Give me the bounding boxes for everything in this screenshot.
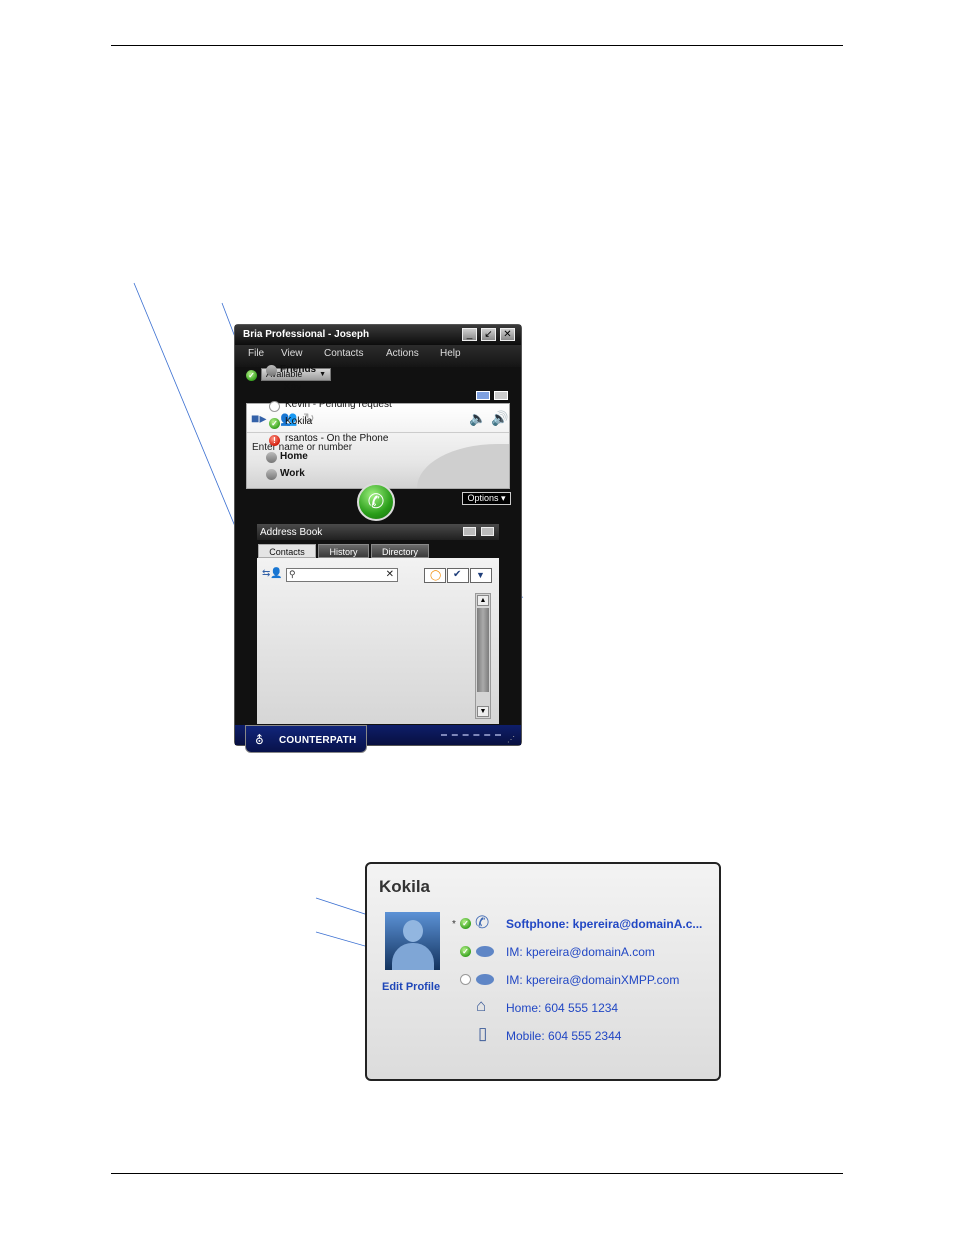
check-circle-icon: ✔ — [453, 569, 462, 580]
scroll-down-icon[interactable]: ▼ — [477, 706, 489, 717]
menu-view[interactable]: View — [281, 348, 303, 359]
group-friends-label[interactable]: Friends — [280, 364, 316, 375]
volume-icon[interactable]: 🔊 — [491, 410, 508, 427]
list-item[interactable]: rsantos - On the Phone — [285, 433, 388, 444]
filter-online-button[interactable]: ◯ — [424, 568, 446, 583]
pending-status-icon — [269, 401, 280, 412]
video-camera-icon[interactable]: ■▸ — [251, 410, 266, 427]
options-label: Options — [467, 493, 499, 503]
ring-icon: ◯ — [430, 570, 442, 581]
filter-available-button[interactable]: ✔ — [447, 568, 469, 583]
softphone-entry[interactable]: Softphone: kpereira@domainA.c... — [506, 917, 702, 931]
address-book-header: Address Book — [257, 524, 499, 540]
call-button[interactable]: ✆ — [357, 483, 395, 521]
collapse-group-home-icon[interactable] — [266, 452, 277, 463]
group-work-label[interactable]: Work — [280, 468, 305, 479]
avatar-body — [392, 943, 434, 970]
chat-bubble-icon — [476, 974, 494, 985]
tab-directory[interactable]: Directory — [371, 544, 429, 558]
tab-history[interactable]: History — [318, 544, 369, 558]
available-status-icon: ✓ — [460, 946, 471, 957]
scroll-up-icon[interactable]: ▲ — [477, 595, 489, 606]
contacts-panel: ⇆👤 ⚲ ✕ ◯ ✔ ▼ Friends Kay Kevin - Pending… — [257, 364, 499, 724]
chevron-down-icon: ▼ — [476, 570, 485, 580]
busy-status-icon: ! — [269, 435, 280, 446]
menu-bar: File View Contacts Actions Help — [235, 345, 521, 367]
im-entry-domaina[interactable]: IM: kpereira@domainA.com — [506, 945, 655, 959]
home-phone-entry[interactable]: Home: 604 555 1234 — [506, 1001, 618, 1015]
available-status-icon: ✓ — [460, 918, 471, 929]
counterpath-logo-icon: ⛢ — [255, 733, 264, 747]
dialpad-icon[interactable] — [476, 391, 490, 400]
brand-name: CounterPath — [279, 735, 357, 746]
options-dropdown[interactable]: Options ▾ — [462, 492, 511, 505]
preferred-star-icon: * — [452, 919, 456, 930]
chevron-down-icon: ▼ — [319, 371, 326, 378]
expand-group-work-icon[interactable] — [266, 469, 277, 480]
house-icon: ⌂ — [476, 996, 487, 1015]
list-item[interactable]: Kay — [284, 382, 301, 393]
contact-name: Kokila — [379, 877, 431, 896]
pending-status-icon — [460, 974, 471, 985]
contact-search-input[interactable]: ⚲ ✕ — [286, 568, 398, 582]
window-title: Bria Professional - Joseph — [243, 329, 370, 340]
minimize-button[interactable]: _ — [462, 328, 477, 341]
edit-profile-link[interactable]: Edit Profile — [382, 981, 440, 993]
available-status-icon: ✓ — [246, 370, 257, 381]
speaker-icon[interactable]: 🔈 — [469, 410, 486, 427]
group-home-label[interactable]: Home — [280, 451, 308, 462]
collapse-panel-icon[interactable] — [494, 391, 508, 400]
clear-search-icon[interactable]: ✕ — [386, 569, 394, 580]
restore-button[interactable]: ↙ — [481, 328, 496, 341]
bria-window: Bria Professional - Joseph _ ↙ ✕ File Vi… — [234, 324, 522, 753]
close-button[interactable]: ✕ — [500, 328, 515, 341]
phone-icon: ✆ — [475, 913, 490, 932]
expand-group-friends-icon[interactable] — [266, 365, 277, 376]
collapse-address-book-icon[interactable] — [463, 527, 476, 536]
signal-meter — [441, 734, 501, 736]
mobile-phone-entry[interactable]: Mobile: 604 555 2344 — [506, 1029, 621, 1043]
filter-menu-button[interactable]: ▼ — [470, 568, 492, 583]
list-item[interactable]: Kokila — [285, 416, 312, 427]
contacts-scrollbar[interactable]: ▲ ▼ — [475, 593, 491, 719]
available-status-icon: ✓ — [269, 418, 280, 429]
menu-actions[interactable]: Actions — [386, 348, 419, 359]
avatar-head — [403, 920, 423, 942]
mobile-phone-icon: ▯ — [478, 1024, 488, 1043]
dialer-decoration — [417, 444, 509, 488]
list-item[interactable]: Kevin - Pending request — [285, 399, 392, 410]
menu-help[interactable]: Help — [440, 348, 461, 359]
scroll-thumb[interactable] — [477, 608, 489, 692]
menu-file[interactable]: File — [248, 348, 264, 359]
contact-card: Kokila Edit Profile * ✓ ✆ Softphone: kpe… — [365, 862, 721, 1081]
add-contact-icon[interactable]: ⇆👤 — [262, 568, 283, 579]
phone-icon: ✆ — [367, 491, 385, 513]
search-icon: ⚲ — [289, 569, 296, 579]
title-bar[interactable]: Bria Professional - Joseph _ ↙ ✕ — [235, 325, 521, 346]
resize-grip-icon[interactable]: ⋰ — [507, 735, 515, 744]
chat-bubble-icon — [476, 946, 494, 957]
address-book-title: Address Book — [260, 527, 323, 538]
avatar — [385, 912, 440, 970]
detach-address-book-icon[interactable] — [481, 527, 494, 536]
tab-contacts[interactable]: Contacts — [258, 544, 316, 558]
menu-contacts[interactable]: Contacts — [324, 348, 363, 359]
im-entry-domainxmpp[interactable]: IM: kpereira@domainXMPP.com — [506, 973, 679, 987]
